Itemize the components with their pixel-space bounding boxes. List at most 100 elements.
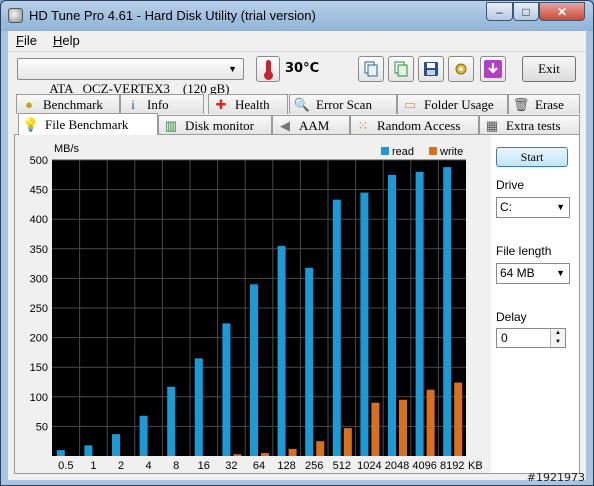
- x-tick-label: 128: [277, 460, 295, 472]
- thermometer-icon[interactable]: [256, 56, 280, 82]
- read-bar: [250, 284, 258, 456]
- tab-folder-usage[interactable]: ▭ Folder Usage: [397, 94, 508, 114]
- options-button[interactable]: [448, 56, 474, 82]
- chevron-down-icon: ▼: [556, 268, 565, 278]
- y-tick-label: 100: [30, 392, 48, 404]
- start-button[interactable]: Start: [496, 147, 568, 167]
- app-icon: [8, 8, 23, 23]
- y-tick-label: 50: [36, 421, 48, 433]
- write-bar: [371, 402, 380, 456]
- tab-health[interactable]: ✚ Health: [208, 94, 288, 114]
- extra-tests-icon: ▦: [485, 117, 499, 133]
- write-bar: [426, 389, 435, 456]
- tab-label: Folder Usage: [424, 96, 494, 112]
- delay-spinner[interactable]: 0 ▲ ▼: [496, 328, 566, 348]
- menu-help[interactable]: Help: [53, 33, 80, 48]
- read-bar: [167, 386, 176, 456]
- legend-read-label: read: [392, 146, 414, 158]
- read-bar: [443, 167, 452, 456]
- tab-random-access[interactable]: ⁙ Random Access: [350, 115, 479, 135]
- drive-combo-value: C:: [500, 200, 512, 214]
- y-tick-label: 150: [30, 362, 48, 374]
- folder-icon: ▭: [403, 96, 417, 112]
- read-bar: [415, 171, 424, 456]
- file-benchmark-panel: 50 100 150 200 250 300 350 400 450 500 MB/s 0.5 1 2 4 8…: [14, 134, 580, 474]
- spin-down-icon[interactable]: ▼: [550, 338, 565, 347]
- tab-benchmark[interactable]: ● Benchmark: [16, 94, 120, 114]
- health-icon: ✚: [215, 96, 227, 112]
- title-bar: HD Tune Pro 4.61 - Hard Disk Utility (tr…: [1, 1, 593, 31]
- tab-info[interactable]: i Info: [120, 94, 204, 114]
- file-length-label: File length: [496, 244, 552, 258]
- x-tick-label: 512: [333, 460, 351, 472]
- copy-info-icon: [394, 61, 408, 77]
- write-bar: [343, 428, 352, 456]
- x-tick-label: 4: [146, 460, 152, 472]
- write-bar: [288, 448, 297, 456]
- toolbar: ATA OCZ-VERTEX3 (120 gB) ▼ 30°C Exit: [8, 51, 586, 96]
- chart-svg: 50 100 150 200 250 300 350 400 450 500 MB/s 0.5 1 2 4 8…: [30, 143, 483, 472]
- save-button[interactable]: [418, 56, 444, 82]
- error-scan-icon: 🔍: [293, 96, 311, 112]
- x-tick-label: 8: [173, 460, 179, 472]
- window-title: HD Tune Pro 4.61 - Hard Disk Utility (tr…: [29, 8, 316, 23]
- erase-icon: 🗑: [512, 96, 530, 112]
- save-icon: [424, 62, 438, 76]
- spin-up-icon[interactable]: ▲: [550, 329, 565, 338]
- copy-button[interactable]: [358, 56, 384, 82]
- delay-label: Delay: [496, 310, 527, 324]
- file-benchmark-icon: 💡: [22, 116, 40, 132]
- tab-disk-monitor[interactable]: ▥ Disk monitor: [158, 115, 272, 135]
- y-axis-label: MB/s: [54, 143, 80, 155]
- file-length-combo[interactable]: 64 MB ▼: [496, 263, 570, 284]
- tab-error-scan[interactable]: 🔍 Error Scan: [289, 94, 397, 114]
- x-tick-label: 256: [305, 460, 323, 472]
- read-bar: [194, 358, 203, 456]
- x-tick-label: 1: [90, 460, 96, 472]
- temperature-readout: 30°C: [285, 61, 320, 76]
- y-tick-label: 400: [30, 214, 48, 226]
- x-tick-label: 8192: [440, 460, 464, 472]
- tab-erase[interactable]: 🗑 Erase: [508, 94, 580, 114]
- x-tick-label: 1024: [357, 460, 381, 472]
- y-tick-label: 450: [30, 185, 48, 197]
- file-length-value: 64 MB: [500, 266, 535, 280]
- copy-icon: [364, 61, 378, 77]
- y-tick-label: 500: [30, 155, 48, 167]
- x-axis-unit: KB: [468, 460, 483, 472]
- maximize-button[interactable]: □: [513, 2, 539, 21]
- read-bar: [305, 267, 314, 456]
- tab-label: File Benchmark: [45, 116, 129, 132]
- tab-extra-tests[interactable]: ▦ Extra tests: [479, 115, 580, 135]
- y-tick-label: 250: [30, 303, 48, 315]
- read-bar: [277, 245, 286, 456]
- read-bar: [332, 199, 341, 456]
- download-button[interactable]: [480, 56, 506, 82]
- tab-aam[interactable]: ◀ AAM: [272, 115, 350, 135]
- tab-label: Random Access: [377, 117, 461, 133]
- menu-file[interactable]: File: [16, 33, 37, 48]
- tab-file-benchmark[interactable]: 💡 File Benchmark: [18, 113, 158, 135]
- x-tick-label: 32: [225, 460, 237, 472]
- minimize-button[interactable]: –: [486, 2, 513, 21]
- tab-label: Benchmark: [43, 96, 103, 112]
- close-button[interactable]: ✕: [539, 2, 585, 21]
- y-tick-label: 350: [30, 244, 48, 256]
- exit-button[interactable]: Exit: [522, 56, 576, 82]
- legend-read-swatch: [381, 147, 389, 155]
- drive-combo[interactable]: C: ▼: [496, 197, 570, 218]
- y-tick-label: 300: [30, 273, 48, 285]
- tab-label: Disk monitor: [185, 117, 254, 133]
- download-icon: [484, 60, 502, 78]
- read-bar: [360, 192, 369, 456]
- drive-select[interactable]: ATA OCZ-VERTEX3 (120 gB) ▼: [17, 58, 244, 96]
- client-area: File Help ATA OCZ-VERTEX3 (120 gB) ▼ 30°…: [8, 31, 586, 480]
- tab-label: Erase: [535, 96, 564, 112]
- delay-value: 0: [501, 331, 508, 345]
- x-tick-label: 2: [118, 460, 124, 472]
- write-bar: [233, 454, 242, 456]
- read-bar: [84, 445, 93, 456]
- write-bar: [399, 399, 407, 456]
- x-tick-label: 4096: [412, 460, 436, 472]
- copy-info-button[interactable]: [388, 56, 414, 82]
